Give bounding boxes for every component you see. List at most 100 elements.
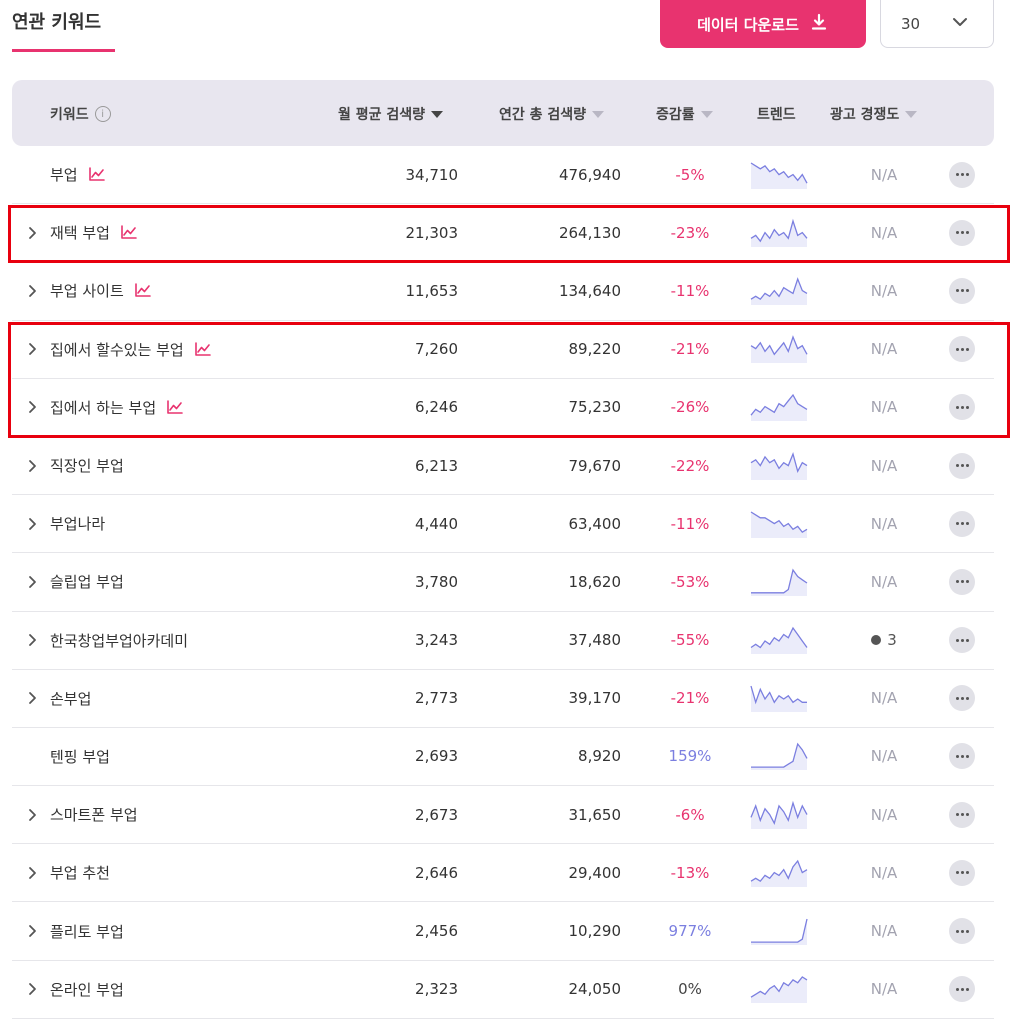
expand-chevron-icon[interactable] [24,786,40,843]
column-header-trend: 트렌드 [757,107,796,123]
keyword-cell[interactable]: 슬립업 부업 [50,553,124,610]
keyword-cell[interactable]: 온라인 부업 [50,961,124,1018]
trend-chart-icon[interactable] [194,341,211,357]
tab-related-keywords[interactable]: 연관 키워드 [12,8,101,34]
page-size-select[interactable]: 30 [880,0,994,48]
keyword-cell[interactable]: 집에서 할수있는 부업 [50,321,211,378]
keyword-text[interactable]: 손부업 [50,688,91,709]
keyword-cell[interactable]: 한국창업부업아카데미 [50,612,188,669]
table-row[interactable]: 스마트폰 부업 2,673 31,650 -6% N/A [12,786,994,845]
keyword-text[interactable]: 재택 부업 [50,222,110,243]
keyword-text[interactable]: 슬립업 부업 [50,571,124,592]
table-row[interactable]: 온라인 부업 2,323 24,050 0% N/A [12,961,994,1019]
more-options-button[interactable] [949,161,975,188]
keyword-cell[interactable]: 부업나라 [50,495,105,552]
table-row[interactable]: 텐핑 부업 2,693 8,920 159% N/A [12,728,994,787]
trend-sparkline [750,786,808,843]
more-options-button[interactable] [949,801,975,828]
more-options-button[interactable] [949,510,975,537]
more-options-button[interactable] [949,743,975,770]
keyword-text[interactable]: 부업나라 [50,513,105,534]
ad-competition: N/A [870,281,898,300]
monthly-search-volume: 7,260 [415,340,458,359]
keyword-text[interactable]: 직장인 부업 [50,455,124,476]
more-options-button[interactable] [949,336,975,363]
column-header-monthly[interactable]: 월 평균 검색량 [338,104,444,124]
column-header-yearly[interactable]: 연간 총 검색량 [499,104,605,124]
keyword-cell[interactable]: 집에서 하는 부업 [50,379,183,436]
keyword-cell[interactable]: 손부업 [50,670,91,727]
keyword-cell[interactable]: 플리토 부업 [50,902,124,959]
expand-chevron-icon[interactable] [24,670,40,727]
keyword-cell[interactable]: 텐핑 부업 [50,728,110,785]
table-row[interactable]: 집에서 하는 부업 6,246 75,230 -26% N/A [12,379,994,437]
keyword-cell[interactable]: 부업 [50,146,105,203]
sparkline-chart [751,568,808,596]
expand-chevron-icon[interactable] [24,612,40,669]
more-options-button[interactable] [949,859,975,886]
more-options-button[interactable] [949,627,975,654]
more-options-button[interactable] [949,976,975,1003]
table-row[interactable]: 부업나라 4,440 63,400 -11% N/A [12,495,994,554]
keyword-text[interactable]: 부업 [50,164,78,185]
keyword-text[interactable]: 온라인 부업 [50,979,124,1000]
trend-chart-icon[interactable] [134,283,151,298]
expand-chevron-icon[interactable] [24,321,40,378]
ad-competition: N/A [870,572,898,591]
change-rate: -5% [675,165,705,184]
expand-chevron-icon[interactable] [24,204,40,261]
more-options-button[interactable] [949,685,975,712]
table-row[interactable]: 부업 추천 2,646 29,400 -13% N/A [12,844,994,903]
change-rate: 159% [668,747,712,766]
expand-chevron-icon[interactable] [24,553,40,610]
keyword-cell[interactable]: 스마트폰 부업 [50,786,138,843]
expand-chevron-icon[interactable] [24,379,40,436]
table-row[interactable]: 한국창업부업아카데미 3,243 37,480 -55% 3 [12,612,994,670]
yearly-search-volume: 29,400 [568,863,622,882]
sparkline-chart [750,162,808,189]
table-row[interactable]: 재택 부업 21,303 264,130 -23% N/A [12,204,994,263]
table-row[interactable]: 직장인 부업 6,213 79,670 -22% N/A [12,437,994,496]
keyword-text[interactable]: 부업 추천 [50,862,110,883]
column-header-competition[interactable]: 광고 경쟁도 [830,104,918,124]
expand-chevron-icon[interactable] [24,902,40,959]
monthly-search-volume: 3,780 [415,572,458,591]
more-options-button[interactable] [949,277,975,304]
more-options-button[interactable] [949,452,975,479]
keyword-cell[interactable]: 직장인 부업 [50,437,124,494]
sparkline-chart [750,277,808,305]
expand-chevron-icon[interactable] [24,262,40,319]
data-download-button[interactable]: 데이터 다운로드 [660,0,866,48]
table-row[interactable]: 플리토 부업 2,456 10,290 977% N/A [12,902,994,961]
trend-chart-icon[interactable] [120,225,137,240]
expand-chevron-icon[interactable] [24,495,40,552]
keyword-text[interactable]: 스마트폰 부업 [50,804,138,825]
info-icon[interactable]: i [94,106,111,122]
expand-chevron-icon[interactable] [24,437,40,494]
keyword-text[interactable]: 부업 사이트 [50,280,124,301]
expand-chevron-icon[interactable] [24,961,40,1018]
table-row[interactable]: 손부업 2,773 39,170 -21% N/A [12,670,994,728]
keyword-cell[interactable]: 부업 추천 [50,844,110,901]
trend-sparkline [750,146,808,203]
keyword-text[interactable]: 집에서 할수있는 부업 [50,339,184,360]
expand-chevron-icon[interactable] [24,844,40,901]
table-row[interactable]: 집에서 할수있는 부업 7,260 89,220 -21% N/A [12,321,994,379]
more-options-button[interactable] [949,394,975,421]
trend-chart-icon[interactable] [166,400,183,415]
column-header-change[interactable]: 증감률 [656,104,713,124]
more-options-button[interactable] [949,918,975,945]
trend-chart-icon[interactable] [88,167,105,182]
more-options-button[interactable] [949,219,975,246]
more-options-button[interactable] [949,568,975,595]
keyword-text[interactable]: 텐핑 부업 [50,746,110,767]
keyword-text[interactable]: 집에서 하는 부업 [50,397,156,418]
table-row[interactable]: 슬립업 부업 3,780 18,620 -53% N/A [12,553,994,612]
table-row[interactable]: 부업 34,710 476,940 -5% N/A [12,146,994,205]
keyword-cell[interactable]: 재택 부업 [50,204,137,261]
keyword-text[interactable]: 플리토 부업 [50,921,124,942]
table-row[interactable]: 부업 사이트 11,653 134,640 -11% N/A [12,262,994,321]
keyword-text[interactable]: 한국창업부업아카데미 [50,630,188,651]
keyword-cell[interactable]: 부업 사이트 [50,262,151,319]
download-icon [809,12,829,36]
